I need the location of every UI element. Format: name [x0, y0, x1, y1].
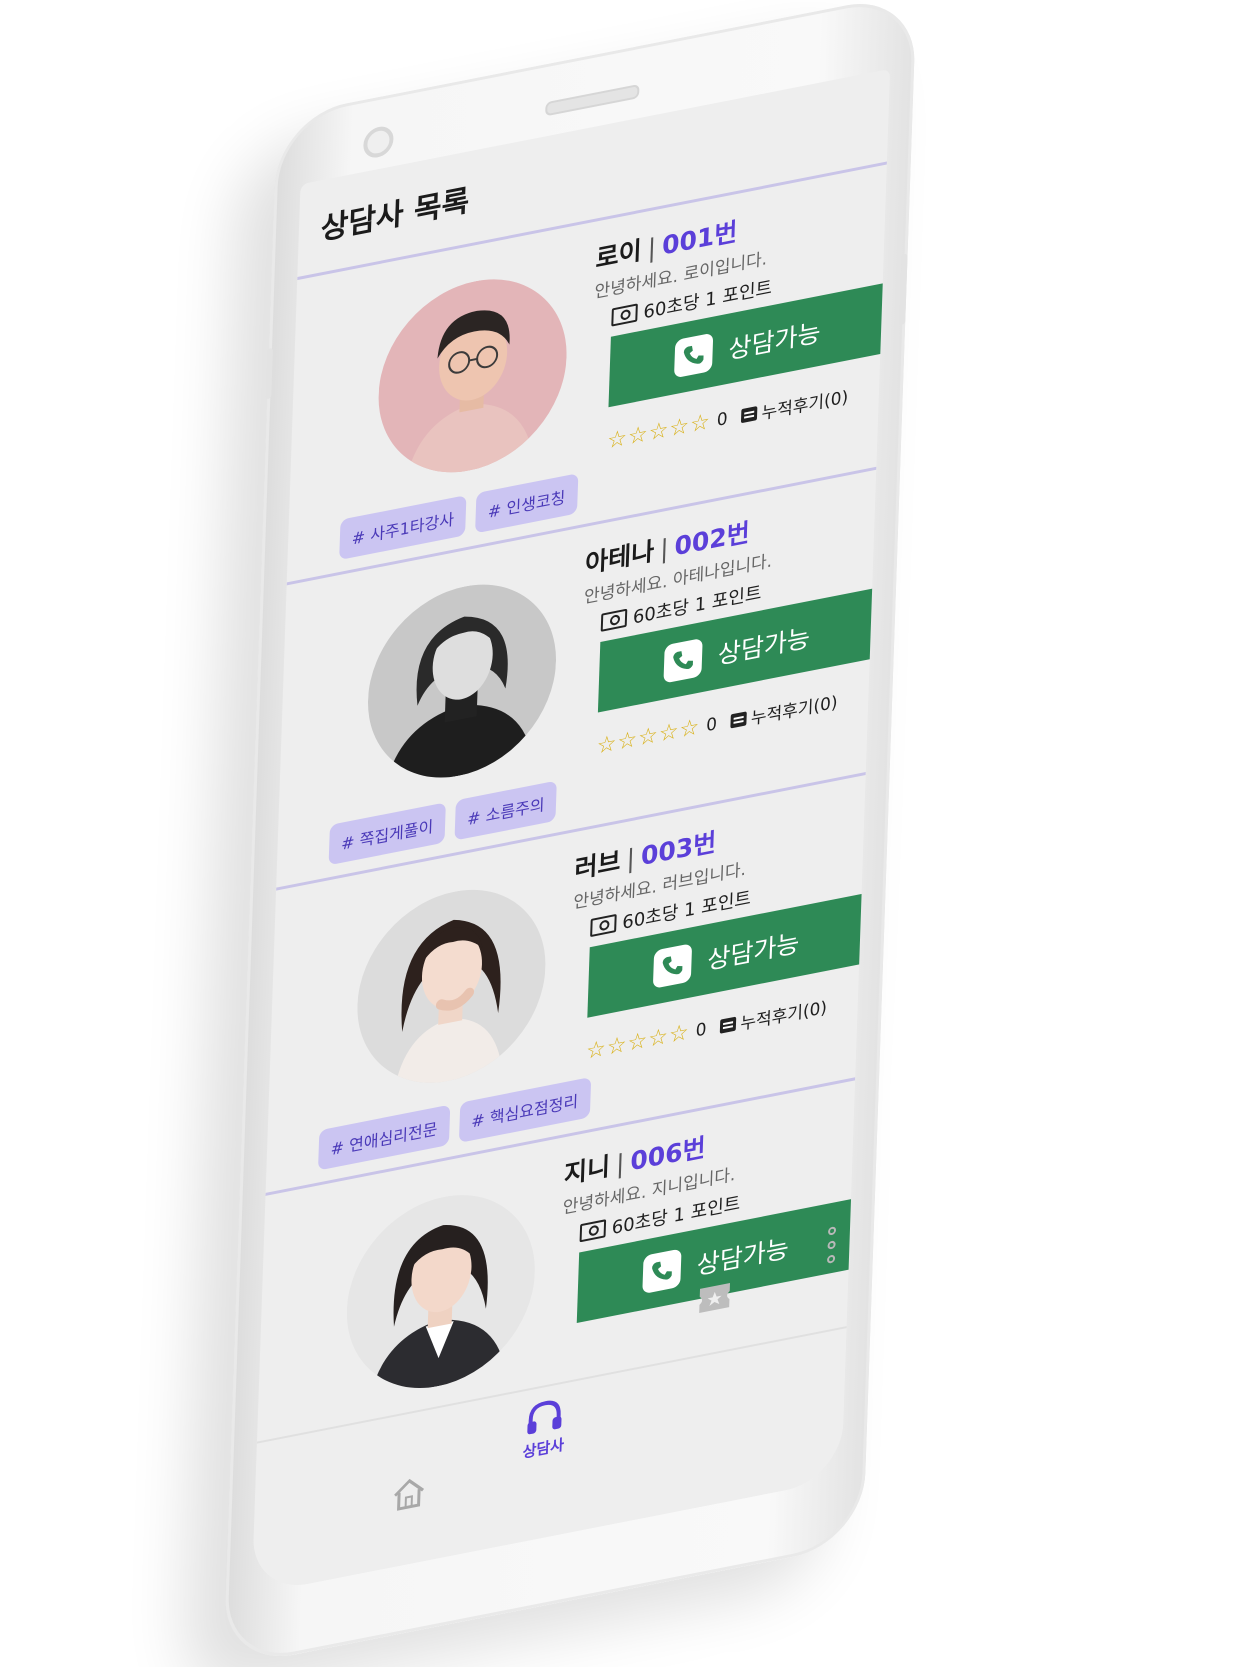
rating-value: 0	[716, 408, 728, 431]
hashtag[interactable]: # 쪽집게풀이	[328, 802, 446, 866]
star-rating-icon: ☆☆☆☆☆	[596, 714, 701, 760]
money-icon	[579, 1219, 607, 1243]
hashtag[interactable]: # 소름주의	[454, 780, 558, 841]
name-separator: |	[615, 1148, 625, 1180]
app-screen: 상담사 목록 로이 | 001번 안녕하세요. 로이입니다. 60초당 1 포인…	[251, 68, 891, 1595]
money-icon	[590, 913, 617, 938]
review-count[interactable]: 누적후기(0)	[751, 687, 838, 729]
counselor-name: 지니	[563, 1151, 611, 1190]
avatar	[354, 873, 549, 1100]
nav-counselor[interactable]: 상담사	[522, 1393, 566, 1463]
side-button	[899, 253, 908, 326]
call-button-label: 상담가능	[706, 928, 800, 976]
rating-value: 0	[695, 1018, 707, 1042]
phone-icon	[642, 1248, 682, 1295]
home-icon	[394, 1478, 425, 1511]
name-separator: |	[626, 843, 636, 875]
call-button-label: 상담가능	[717, 622, 811, 671]
phone-device: 상담사 목록 로이 | 001번 안녕하세요. 로이입니다. 60초당 1 포인…	[223, 0, 917, 1667]
review-icon	[741, 405, 758, 423]
review-icon	[720, 1015, 737, 1034]
review-count[interactable]: 누적후기(0)	[761, 382, 848, 424]
phone-icon	[663, 637, 703, 684]
avatar	[375, 262, 570, 489]
name-separator: |	[659, 533, 670, 565]
star-rating-icon: ☆☆☆☆☆	[585, 1019, 691, 1066]
money-icon	[600, 608, 628, 632]
star-rating-icon: ☆☆☆☆☆	[606, 409, 712, 455]
avatar	[343, 1178, 539, 1405]
counselor-name: 러브	[574, 846, 622, 885]
review-count[interactable]: 누적후기(0)	[740, 993, 827, 1035]
hashtag[interactable]: # 핵심요점정리	[458, 1077, 591, 1143]
avatar	[364, 567, 560, 795]
nav-home[interactable]	[391, 1474, 426, 1513]
hashtag[interactable]: # 연애심리전문	[317, 1104, 451, 1171]
phone-icon	[652, 943, 693, 989]
hashtag[interactable]: # 인생코칭	[475, 473, 579, 534]
call-button-label: 상담가능	[728, 317, 822, 365]
name-separator: |	[647, 232, 657, 264]
phone-icon	[673, 332, 714, 379]
call-button-label: 상담가능	[696, 1233, 790, 1281]
more-dots-icon[interactable]	[826, 1226, 837, 1264]
scene: 상담사 목록 로이 | 001번 안녕하세요. 로이입니다. 60초당 1 포인…	[0, 0, 1241, 1667]
hashtag[interactable]: # 사주1타강사	[339, 495, 467, 561]
rating-value: 0	[705, 713, 718, 736]
money-icon	[611, 303, 638, 327]
review-icon	[730, 710, 748, 728]
counselor-name: 로이	[595, 235, 643, 274]
